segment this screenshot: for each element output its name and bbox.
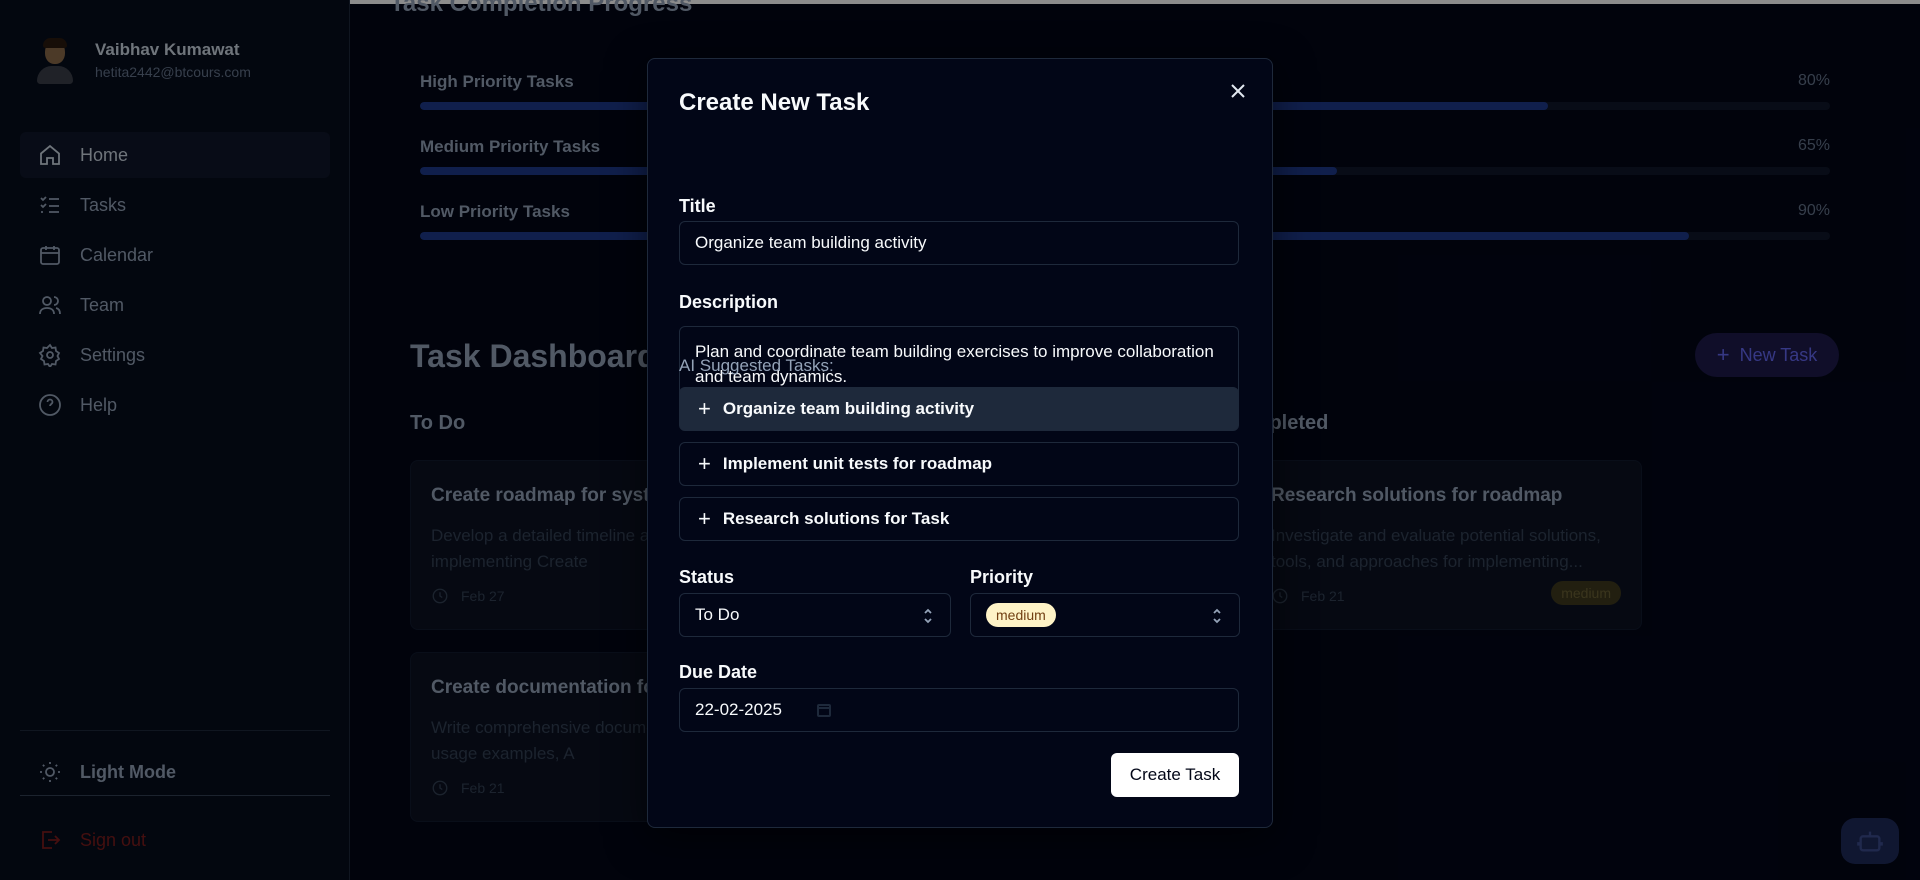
ai-suggestion-label: Implement unit tests for roadmap bbox=[722, 454, 993, 473]
ai-suggestion-item[interactable]: + Implement unit tests for roadmap bbox=[679, 442, 1239, 486]
ai-suggestion-item[interactable]: + Research solutions for Task bbox=[679, 497, 1239, 541]
priority-select[interactable]: medium bbox=[970, 593, 1240, 637]
status-value: To Do bbox=[695, 605, 740, 624]
plus-icon: + bbox=[698, 396, 711, 421]
priority-label: Priority bbox=[970, 567, 1034, 587]
chevron-up-down-icon bbox=[1211, 606, 1223, 626]
ai-suggestions-label: AI Suggested Tasks: bbox=[679, 356, 834, 375]
status-select[interactable]: To Do bbox=[679, 593, 951, 637]
chevron-up-down-icon bbox=[922, 606, 934, 626]
due-date-value: 22-02-2025 bbox=[695, 700, 782, 719]
plus-icon: + bbox=[698, 506, 711, 531]
due-date-label: Due Date bbox=[679, 662, 758, 682]
calendar-icon[interactable] bbox=[816, 702, 832, 718]
ai-suggestion-item[interactable]: + Organize team building activity bbox=[679, 387, 1239, 431]
ai-suggestion-label: Organize team building activity bbox=[722, 399, 975, 418]
ai-suggestion-label: Research solutions for Task bbox=[722, 509, 950, 528]
due-date-input[interactable]: 22-02-2025 bbox=[679, 688, 1239, 732]
close-icon bbox=[1231, 84, 1245, 98]
title-input-value: Organize team building activity bbox=[695, 233, 927, 252]
close-button[interactable] bbox=[1226, 79, 1250, 103]
plus-icon: + bbox=[698, 451, 711, 476]
create-task-button[interactable]: Create Task bbox=[1111, 753, 1239, 797]
create-task-dialog: Create New Task Title Organize team buil… bbox=[647, 58, 1273, 828]
title-input[interactable]: Organize team building activity bbox=[679, 221, 1239, 265]
status-label: Status bbox=[679, 567, 735, 587]
create-task-label: Create Task bbox=[1129, 765, 1221, 784]
description-label: Description bbox=[679, 292, 779, 312]
title-label: Title bbox=[679, 196, 716, 216]
dialog-title: Create New Task bbox=[679, 89, 870, 116]
priority-value-badge: medium bbox=[986, 603, 1056, 627]
